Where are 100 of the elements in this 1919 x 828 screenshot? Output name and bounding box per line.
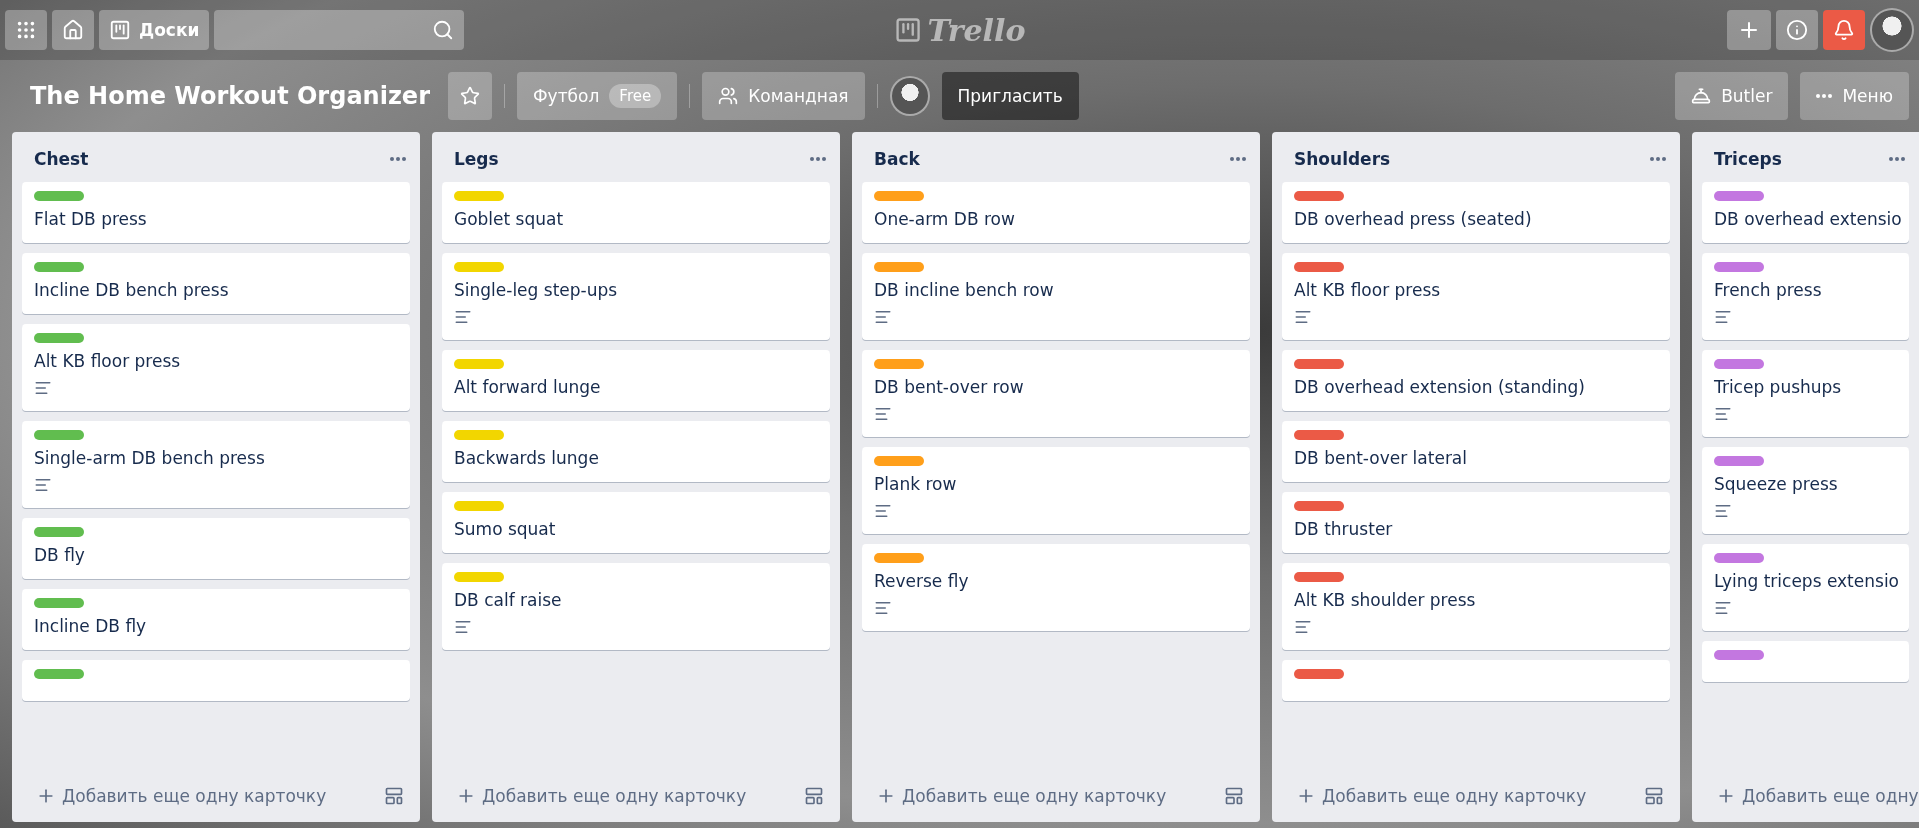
- avatar[interactable]: [1870, 8, 1914, 52]
- card[interactable]: DB incline bench row: [862, 253, 1250, 340]
- template-icon[interactable]: [384, 786, 404, 806]
- card[interactable]: Squeeze press: [1702, 447, 1909, 534]
- card[interactable]: DB calf raise: [442, 563, 830, 650]
- card-title: Alt KB floor press: [34, 351, 182, 371]
- card[interactable]: Alt KB floor press: [1282, 253, 1670, 340]
- card[interactable]: French press: [1702, 253, 1909, 340]
- add-card-button[interactable]: Добавить еще одну карточку: [452, 782, 751, 810]
- card[interactable]: One-arm DB row: [862, 182, 1250, 243]
- card-title: DB fly: [34, 545, 86, 565]
- card-title: Alt KB shoulder press: [1294, 590, 1477, 610]
- template-icon[interactable]: [1644, 786, 1664, 806]
- notifications-button[interactable]: [1823, 10, 1865, 50]
- card-title: Goblet squat: [454, 209, 565, 229]
- card-title: Alt forward lunge: [454, 377, 602, 397]
- card[interactable]: Incline DB fly: [22, 589, 410, 650]
- card[interactable]: DB fly: [22, 518, 410, 579]
- card[interactable]: DB thruster: [1282, 492, 1670, 553]
- card-title: DB overhead extension (standing): [1294, 377, 1586, 397]
- card[interactable]: [1702, 641, 1909, 682]
- home-icon: [62, 19, 84, 41]
- card-title: Lying triceps extensio: [1714, 571, 1897, 591]
- card-title: DB incline bench row: [874, 280, 1055, 300]
- home-button[interactable]: [52, 10, 94, 50]
- bell-icon: [1833, 19, 1855, 41]
- info-button[interactable]: [1776, 10, 1818, 50]
- card[interactable]: Plank row: [862, 447, 1250, 534]
- template-icon[interactable]: [1224, 786, 1244, 806]
- card[interactable]: Single-arm DB bench press: [22, 421, 410, 508]
- create-button[interactable]: [1727, 10, 1771, 50]
- card-title: French press: [1714, 280, 1823, 300]
- invite-button[interactable]: Пригласить: [941, 72, 1079, 120]
- search-field[interactable]: [214, 10, 465, 50]
- card[interactable]: DB bent-over row: [862, 350, 1250, 437]
- service-bell-icon: [1691, 86, 1712, 106]
- template-icon[interactable]: [804, 786, 824, 806]
- card[interactable]: Flat DB press: [22, 182, 410, 243]
- apps-button[interactable]: [5, 10, 47, 50]
- card[interactable]: Tricep pushups: [1702, 350, 1909, 437]
- more-icon[interactable]: [810, 157, 826, 161]
- member-avatar[interactable]: [889, 76, 930, 116]
- card[interactable]: DB overhead extension (standing): [1282, 350, 1670, 411]
- list-title[interactable]: Back: [874, 149, 920, 169]
- card-title: Alt KB floor press: [1294, 280, 1442, 300]
- card[interactable]: Alt KB shoulder press: [1282, 563, 1670, 650]
- star-button[interactable]: [448, 72, 492, 120]
- info-icon: [1786, 19, 1808, 41]
- people-icon: [718, 86, 739, 106]
- add-card-button[interactable]: Добавить еще одну карточку: [1292, 782, 1591, 810]
- card-title: DB overhead press (seated): [1294, 209, 1533, 229]
- card-title: Tricep pushups: [1714, 377, 1843, 397]
- card[interactable]: Goblet squat: [442, 182, 830, 243]
- card[interactable]: DB bent-over lateral: [1282, 421, 1670, 482]
- card-title: Flat DB press: [34, 209, 148, 229]
- card-title: DB bent-over lateral: [1294, 448, 1468, 468]
- more-icon: [1816, 94, 1833, 98]
- card-title: Squeeze press: [1714, 474, 1839, 494]
- card-title: DB bent-over row: [874, 377, 1025, 397]
- grid-icon: [15, 19, 37, 41]
- card[interactable]: Lying triceps extensio: [1702, 544, 1909, 631]
- card[interactable]: Reverse fly: [862, 544, 1250, 631]
- card[interactable]: [22, 660, 410, 701]
- card-title: Single-leg step-ups: [454, 280, 619, 300]
- logo: Trello: [893, 12, 1026, 48]
- more-icon[interactable]: [1230, 157, 1246, 161]
- card[interactable]: Alt forward lunge: [442, 350, 830, 411]
- list-title[interactable]: Legs: [454, 149, 499, 169]
- card[interactable]: DB overhead press (seated): [1282, 182, 1670, 243]
- card[interactable]: DB overhead extensio: [1702, 182, 1909, 243]
- more-icon[interactable]: [1889, 157, 1905, 161]
- card-title: Reverse fly: [874, 571, 970, 591]
- card[interactable]: Alt KB floor press: [22, 324, 410, 411]
- list-title[interactable]: Triceps: [1714, 149, 1782, 169]
- card[interactable]: [1282, 660, 1670, 701]
- card[interactable]: Backwards lunge: [442, 421, 830, 482]
- star-icon: [460, 86, 480, 106]
- card[interactable]: Sumo squat: [442, 492, 830, 553]
- add-card-button[interactable]: Добавить еще одну: [1712, 782, 1919, 810]
- card-title: Single-arm DB bench press: [34, 448, 266, 468]
- card-title: One-arm DB row: [874, 209, 1016, 229]
- card[interactable]: Incline DB bench press: [22, 253, 410, 314]
- search-icon: [432, 19, 455, 41]
- board-icon: [109, 19, 131, 41]
- card[interactable]: Single-leg step-ups: [442, 253, 830, 340]
- card-title: DB thruster: [1294, 519, 1394, 539]
- card-title: Sumo squat: [454, 519, 557, 539]
- card-title: DB calf raise: [454, 590, 563, 610]
- add-card-button[interactable]: Добавить еще одну карточку: [872, 782, 1171, 810]
- list-title[interactable]: Shoulders: [1294, 149, 1391, 169]
- list-title[interactable]: Chest: [34, 149, 89, 169]
- card-title: Plank row: [874, 474, 958, 494]
- card-title: Incline DB bench press: [34, 280, 230, 300]
- card-title: Backwards lunge: [454, 448, 600, 468]
- more-icon[interactable]: [1650, 157, 1666, 161]
- add-card-button[interactable]: Добавить еще одну карточку: [32, 782, 331, 810]
- more-icon[interactable]: [390, 157, 406, 161]
- board-icon: [893, 16, 922, 44]
- board-title[interactable]: The Home Workout Organizer: [30, 82, 430, 110]
- card-title: Incline DB fly: [34, 616, 148, 636]
